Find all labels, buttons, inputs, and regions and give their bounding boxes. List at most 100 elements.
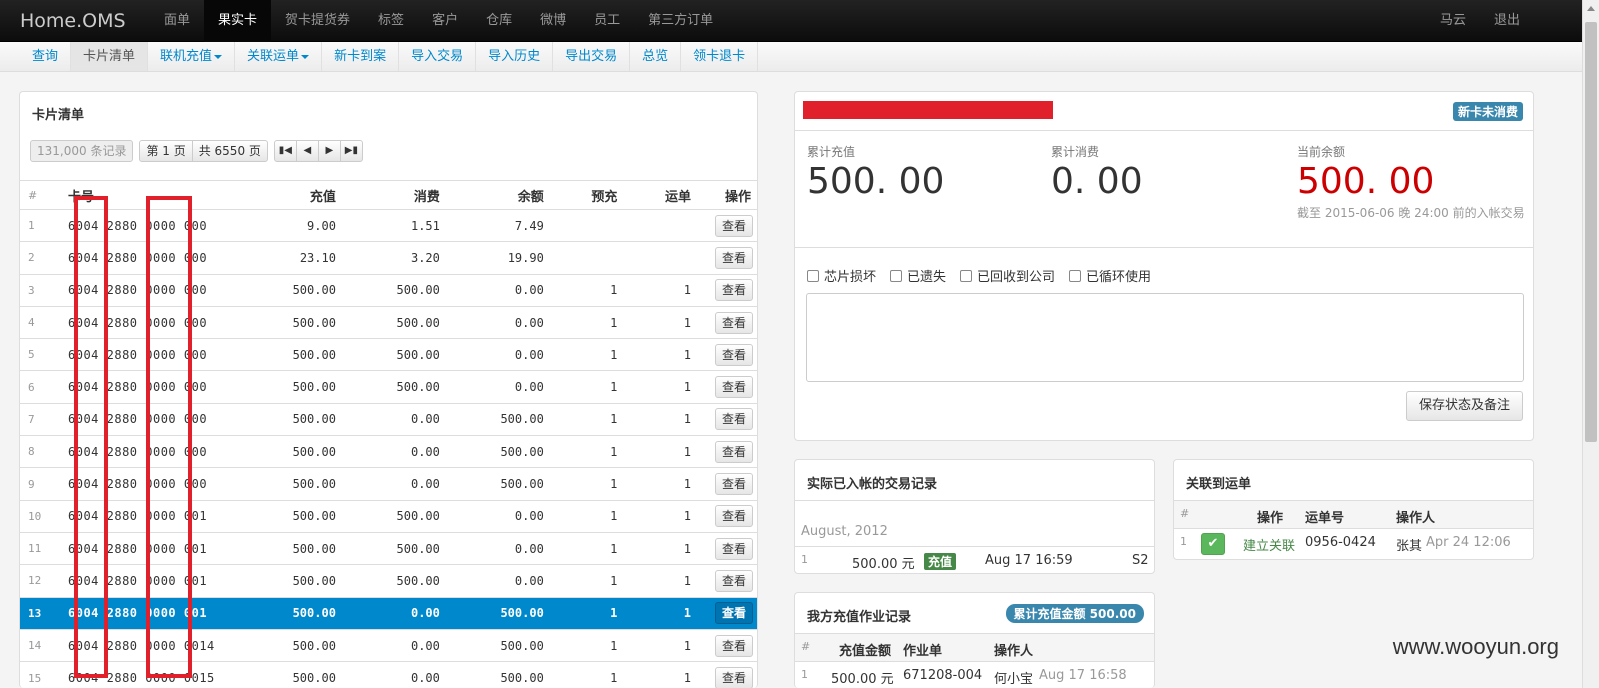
- status-checkbox-2[interactable]: 已回收到公司: [960, 266, 1055, 285]
- cell-idx: 3: [20, 273, 60, 307]
- status-checkbox-0[interactable]: 芯片损坏: [807, 266, 876, 285]
- view-button[interactable]: 查看: [714, 537, 753, 560]
- subnav-item-0[interactable]: 查询: [20, 42, 72, 71]
- subnav-item-5[interactable]: 导入交易: [399, 42, 477, 71]
- view-button[interactable]: 查看: [714, 602, 753, 625]
- view-button[interactable]: 查看: [714, 343, 753, 366]
- next-page-icon[interactable]: ▶: [317, 140, 341, 162]
- shipments-title: 关联到运单: [1186, 477, 1252, 492]
- table-row[interactable]: 2 6004 2880 0000 000 23.10 3.20 19.90 查看: [20, 241, 757, 275]
- view-button[interactable]: 查看: [714, 246, 753, 269]
- cell-ship: 1: [625, 661, 699, 688]
- nav-item-8[interactable]: 第三方订单: [634, 0, 727, 42]
- table-row[interactable]: 10 6004 2880 0000 001 500.00 500.00 0.00 1 1 查看: [20, 499, 757, 533]
- checkbox-box[interactable]: [960, 269, 973, 282]
- view-button[interactable]: 查看: [714, 311, 753, 334]
- cell-pre: 1: [551, 628, 626, 662]
- cell-spend: 500.00: [343, 564, 448, 598]
- cell-spend: 0.00: [343, 628, 448, 662]
- view-button[interactable]: 查看: [714, 667, 753, 688]
- nav-item-5[interactable]: 仓库: [472, 0, 526, 42]
- scrollbar-thumb[interactable]: [1585, 22, 1597, 442]
- watermark: www.wooyun.org: [1392, 634, 1559, 659]
- table-row[interactable]: 3 6004 2880 0000 000 500.00 500.00 0.00 1 1 查看: [20, 273, 757, 307]
- checkbox-box[interactable]: [1069, 269, 1082, 282]
- table-row[interactable]: 11 6004 2880 0000 001 500.00 500.00 0.00 1 1 查看: [20, 531, 757, 565]
- cell-idx: 12: [20, 564, 60, 598]
- card-list-panel: 卡片清单 131,000 条记录 第 1 页 共 6550 页 ▮◀ ◀ ▶ ▶…: [19, 91, 758, 688]
- subnav-item-1[interactable]: 卡片清单: [71, 42, 149, 71]
- cell-ship: 1: [625, 435, 699, 468]
- cell-spend: 500.00: [343, 305, 448, 339]
- save-status-button[interactable]: 保存状态及备注: [1405, 391, 1523, 421]
- subnav-item-4[interactable]: 新卡到案: [322, 42, 400, 71]
- view-button[interactable]: 查看: [714, 634, 753, 657]
- table-row[interactable]: 4 6004 2880 0000 000 500.00 500.00 0.00 1 1 查看: [20, 305, 757, 339]
- cell-balance: 0.00: [447, 273, 552, 307]
- cell-balance: 19.90: [447, 241, 552, 275]
- view-button[interactable]: 查看: [714, 505, 753, 528]
- view-button[interactable]: 查看: [714, 569, 753, 592]
- nav-item-6[interactable]: 微博: [526, 0, 580, 42]
- nav-item-0[interactable]: 面单: [150, 0, 204, 42]
- view-button[interactable]: 查看: [714, 214, 753, 237]
- subnav-item-3[interactable]: 关联运单: [235, 42, 323, 71]
- nav-item-3[interactable]: 标签: [364, 0, 418, 42]
- cell-pre: 1: [551, 402, 626, 436]
- status-checkbox-1[interactable]: 已遗失: [890, 266, 946, 285]
- table-row[interactable]: 12 6004 2880 0000 001 500.00 500.00 0.00 1 1 查看: [20, 564, 757, 598]
- table-row[interactable]: 9 6004 2880 0000 000 500.00 0.00 500.00 1 1 查看: [20, 467, 757, 501]
- view-button[interactable]: 查看: [714, 408, 753, 431]
- cell-spend: 500.00: [343, 273, 448, 307]
- table-row[interactable]: 1 6004 2880 0000 000 9.00 1.51 7.49 查看: [20, 208, 757, 242]
- transactions-panel: 实际已入帐的交易记录 August, 2012 1 500.00 元 充值 Au…: [794, 459, 1155, 574]
- checkbox-box[interactable]: [807, 269, 819, 282]
- subnav-item-6[interactable]: 导入历史: [476, 42, 554, 71]
- view-button[interactable]: 查看: [714, 440, 753, 463]
- cell-spend: 0.00: [343, 402, 448, 436]
- view-button[interactable]: 查看: [714, 376, 753, 399]
- last-page-icon[interactable]: ▶▮: [339, 140, 363, 162]
- table-row[interactable]: 14 6004 2880 0000 0014 500.00 0.00 500.00 1 1 查…: [20, 628, 757, 662]
- subnav-item-8[interactable]: 总览: [630, 42, 682, 71]
- view-button[interactable]: 查看: [714, 473, 753, 496]
- check-icon[interactable]: ✔: [1201, 533, 1225, 555]
- notes-textarea[interactable]: [806, 293, 1524, 382]
- waybill-link[interactable]: 0956-0424: [1305, 535, 1376, 550]
- cell-balance: 500.00: [447, 661, 552, 688]
- table-row[interactable]: 8 6004 2880 0000 000 500.00 0.00 500.00 1 1 查看: [20, 435, 757, 468]
- table-row[interactable]: 5 6004 2880 0000 000 500.00 500.00 0.00 1 1 查看: [20, 338, 757, 371]
- cell-ship: 1: [625, 273, 699, 307]
- cell-ship: 1: [625, 402, 699, 436]
- table-row[interactable]: 13 6004 2880 0000 001 500.00 0.00 500.00 1 1 查看: [20, 596, 757, 630]
- table-row[interactable]: 6 6004 2880 0000 000 500.00 500.00 0.00 1 1 查看: [20, 370, 757, 404]
- view-button[interactable]: 查看: [714, 279, 753, 302]
- subnav-item-7[interactable]: 导出交易: [553, 42, 631, 71]
- table-row[interactable]: 7 6004 2880 0000 000 500.00 0.00 500.00 1 1 查看: [20, 402, 757, 436]
- transactions-month: August, 2012: [801, 524, 888, 539]
- status-badge: 新卡未消费: [1452, 102, 1523, 121]
- prev-page-icon[interactable]: ◀: [295, 140, 319, 162]
- status-checkbox-3[interactable]: 已循环使用: [1069, 266, 1151, 285]
- nav-item-2[interactable]: 贺卡提货券: [271, 0, 364, 42]
- nav-item-4[interactable]: 客户: [418, 0, 472, 42]
- cell-spend: 1.51: [343, 208, 448, 242]
- user-name-link[interactable]: 马云: [1426, 0, 1480, 42]
- first-page-icon[interactable]: ▮◀: [273, 140, 297, 162]
- pagination-toolbar: 131,000 条记录 第 1 页 共 6550 页 ▮◀ ◀ ▶ ▶▮: [30, 140, 363, 162]
- page-scrollbar[interactable]: [1582, 0, 1599, 688]
- nav-item-1[interactable]: 果实卡: [204, 0, 272, 42]
- cell-pre: 1: [551, 661, 626, 688]
- logout-link[interactable]: 退出: [1480, 0, 1534, 42]
- nav-item-7[interactable]: 员工: [580, 0, 634, 42]
- cell-spend: 0.00: [343, 467, 448, 501]
- checkbox-box[interactable]: [890, 269, 903, 282]
- brand-logo[interactable]: Home.OMS: [20, 10, 126, 32]
- scroll-up-icon[interactable]: [1587, 6, 1595, 11]
- cell-charge: 500.00: [240, 305, 344, 339]
- table-row[interactable]: 15 6004 2880 0000 0015 500.00 0.00 500.00 1 1 查…: [20, 661, 757, 688]
- cell-balance: 0.00: [447, 338, 552, 371]
- subnav-item-9[interactable]: 领卡退卡: [681, 42, 759, 71]
- subnav-item-2[interactable]: 联机充值: [148, 42, 236, 71]
- transactions-title: 实际已入帐的交易记录: [807, 477, 938, 492]
